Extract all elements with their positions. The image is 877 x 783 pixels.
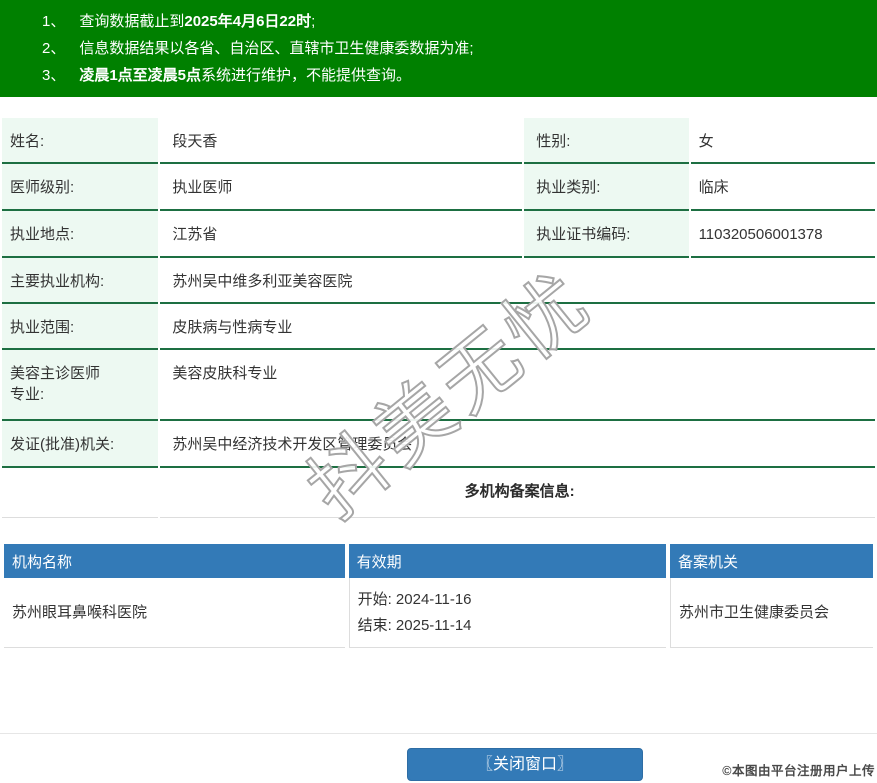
column-header-org-name: 机构名称 xyxy=(4,544,345,578)
notice-line-1: 1、 查询数据截止到2025年4月6日22时; xyxy=(42,8,877,35)
field-value-level: 执业医师 xyxy=(160,164,523,211)
field-label-name: 姓名: xyxy=(2,118,159,164)
table-row: 执业地点: 江苏省 执业证书编码: 110320506001378 xyxy=(2,211,875,258)
field-label-issuer: 发证(批准)机关: xyxy=(2,421,159,468)
notice-text-bold: 2025年4月6日22时 xyxy=(184,13,312,30)
notice-text: ; xyxy=(311,13,316,30)
section-title-multi-org: 多机构备案信息: xyxy=(160,468,875,518)
notice-number: 3、 xyxy=(42,67,66,84)
field-label-scope: 执业范围: xyxy=(2,304,159,350)
authority-cell: 苏州市卫生健康委员会 xyxy=(670,578,873,648)
table-row: 主要执业机构: 苏州吴中维多利亚美容医院 xyxy=(2,258,875,304)
field-value-category: 临床 xyxy=(690,164,875,211)
field-value-name: 段天香 xyxy=(160,118,523,164)
close-window-button[interactable]: 〖关闭窗口〗 xyxy=(407,748,643,781)
notice-line-2: 2、 信息数据结果以各省、自治区、直辖市卫生健康委数据为准; xyxy=(42,35,877,62)
copyright-note: ©本图由平台注册用户上传 xyxy=(722,764,875,778)
field-label-category: 执业类别: xyxy=(524,164,689,211)
field-value-scope: 皮肤病与性病专业 xyxy=(160,304,875,350)
notice-text-bold: 凌晨1点至凌晨5点 xyxy=(79,67,202,84)
field-value-cert-no: 110320506001378 xyxy=(690,211,875,258)
table-row: 发证(批准)机关: 苏州吴中经济技术开发区管理委员会 xyxy=(2,421,875,468)
field-label-cert-no: 执业证书编码: xyxy=(524,211,689,258)
table-row: 医师级别: 执业医师 执业类别: 临床 xyxy=(2,164,875,211)
notice-banner: 1、 查询数据截止到2025年4月6日22时; 2、 信息数据结果以各省、自治区、直… xyxy=(0,0,877,97)
org-name-cell: 苏州眼耳鼻喉科医院 xyxy=(4,578,345,648)
validity-end: 结束: 2025-11-14 xyxy=(357,616,472,634)
field-label-main-org: 主要执业机构: xyxy=(2,258,159,304)
doctor-info-table: 姓名: 段天香 性别: 女 医师级别: 执业医师 执业类别: 临床 执业地点: … xyxy=(0,118,877,518)
notice-text: 系统进行维护，不能提供查询。 xyxy=(201,67,412,84)
column-header-authority: 备案机关 xyxy=(670,544,873,578)
field-label-gender: 性别: xyxy=(524,118,689,164)
validity-cell: 开始: 2024-11-16 结束: 2025-11-14 xyxy=(348,578,667,648)
multi-org-table: 机构名称 有效期 备案机关 苏州眼耳鼻喉科医院 开始: 2024-11-16 结… xyxy=(0,544,877,648)
field-label-location: 执业地点: xyxy=(2,211,159,258)
section-spacer-cell xyxy=(2,468,159,518)
table-row: 姓名: 段天香 性别: 女 xyxy=(2,118,875,164)
notice-number: 1、 xyxy=(42,13,66,30)
field-value-gender: 女 xyxy=(690,118,875,164)
footer-divider xyxy=(0,733,877,734)
validity-start: 开始: 2024-11-16 xyxy=(357,590,472,608)
notice-number: 2、 xyxy=(42,40,66,57)
field-label-level: 医师级别: xyxy=(2,164,159,211)
table-header-row: 机构名称 有效期 备案机关 xyxy=(4,544,873,578)
table-row: 美容主诊医师专业: 美容皮肤科专业 xyxy=(2,350,875,421)
table-row: 执业范围: 皮肤病与性病专业 xyxy=(2,304,875,350)
notice-text: 查询数据截止到 xyxy=(79,13,185,30)
field-value-cosmetic-specialty: 美容皮肤科专业 xyxy=(160,350,875,421)
field-label-cosmetic-specialty: 美容主诊医师专业: xyxy=(2,350,159,421)
notice-line-3: 3、 凌晨1点至凌晨5点系统进行维护，不能提供查询。 xyxy=(42,62,877,89)
section-title-row: 多机构备案信息: xyxy=(2,468,875,518)
column-header-validity: 有效期 xyxy=(348,544,667,578)
field-value-location: 江苏省 xyxy=(160,211,523,258)
notice-text: 信息数据结果以各省、自治区、直辖市卫生健康委数据为准; xyxy=(79,40,474,57)
field-value-main-org: 苏州吴中维多利亚美容医院 xyxy=(160,258,875,304)
table-row: 苏州眼耳鼻喉科医院 开始: 2024-11-16 结束: 2025-11-14 … xyxy=(4,578,873,648)
field-value-issuer: 苏州吴中经济技术开发区管理委员会 xyxy=(160,421,875,468)
